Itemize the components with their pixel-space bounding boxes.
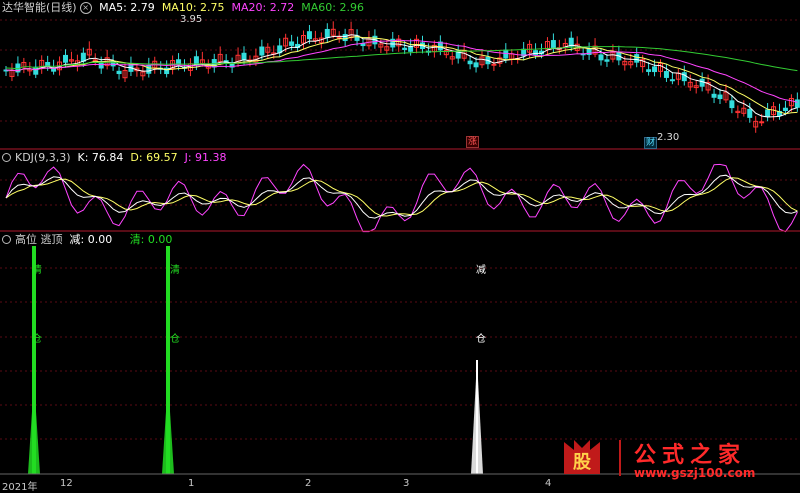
escape-top-signals (28, 246, 483, 474)
signal-label-bottom: 仓 (32, 334, 42, 345)
candle-body (45, 61, 51, 67)
kdj-d-line (5, 177, 798, 217)
candle-body (33, 66, 39, 75)
candle-body (80, 52, 86, 62)
candle-body (598, 54, 604, 61)
candle-body (467, 60, 473, 65)
jian-value: 减: 0.00 (69, 233, 113, 246)
kdj-k-line (5, 174, 798, 219)
candle-body (652, 66, 658, 73)
kdj-d-value: D: 69.57 (130, 151, 178, 164)
candle-body (604, 59, 610, 62)
candle-body (711, 93, 717, 98)
signal-label-top: 清 (32, 265, 42, 276)
x-axis-label: 4 (545, 478, 552, 489)
kdj-panel-header: KDJ(9,3,3) K: 76.84 D: 69.57 J: 91.38 (2, 151, 227, 164)
candle-body (646, 69, 652, 72)
candle-body (146, 64, 152, 74)
kdj-j-value: J: 91.38 (184, 151, 227, 164)
candle-body (663, 71, 669, 78)
candle-body (306, 31, 312, 40)
candle-body (116, 70, 122, 75)
watermark-badge: 股 (572, 452, 592, 473)
price-grid (0, 19, 800, 440)
kdj-lines (5, 163, 798, 233)
info-icon[interactable]: × (79, 2, 92, 14)
candle-body (193, 56, 199, 66)
candle-body (759, 121, 765, 124)
candle-body (669, 79, 675, 82)
signal-label-bottom: 仓 (170, 334, 180, 345)
x-axis-label: 12 (60, 478, 73, 489)
candle-body (550, 40, 556, 49)
gear-icon[interactable] (2, 153, 11, 162)
x-axis-label: 2 (305, 478, 312, 489)
kdj-title[interactable]: KDJ(9,3,3) (15, 151, 71, 164)
candle-body (259, 46, 265, 56)
candle-body (342, 34, 348, 42)
stock-chart-canvas[interactable] (0, 0, 800, 492)
candle-body (729, 100, 735, 109)
candle-body (765, 109, 771, 117)
candle-body (717, 94, 723, 100)
candlestick-series[interactable] (3, 21, 800, 133)
watermark-url: www.gszj100.com (634, 466, 755, 480)
gear-icon[interactable] (2, 235, 11, 244)
ma5-value: MA5: 2.79 (99, 1, 155, 14)
candle-body (360, 43, 366, 47)
signal-label-bottom: 仓 (476, 334, 486, 345)
rise-marker[interactable]: 涨 (466, 136, 480, 148)
ma20-value: MA20: 2.72 (231, 1, 295, 14)
candle-body (782, 107, 788, 112)
low-price-label: 2.30 (657, 132, 680, 143)
finance-marker[interactable]: 财 (644, 137, 658, 149)
stock-title[interactable]: 达华智能(日线) (2, 1, 77, 14)
candle-body (794, 99, 800, 108)
candle-body (681, 72, 687, 82)
candle-body (336, 36, 342, 39)
x-axis-label: 3 (403, 478, 410, 489)
candle-body (289, 41, 295, 46)
candle-body (634, 54, 640, 63)
x-axis-label: 1 (188, 478, 195, 489)
candle-body (747, 108, 753, 118)
watermark-logo: 股 公式之家 www.gszj100.com (564, 440, 755, 480)
signal-panel-header: 高位 逃顶 减: 0.00 清: 0.00 (2, 233, 172, 246)
ma60-value: MA60: 2.96 (301, 1, 364, 14)
qing-value: 清: 0.00 (129, 233, 173, 246)
candle-body (473, 62, 479, 68)
candle-body (491, 63, 497, 66)
high-price-label: 3.95 (180, 14, 203, 25)
watermark: 股 公式之家 www.gszj100.com (560, 436, 796, 480)
candle-body (324, 28, 330, 38)
signal-label-top: 减 (476, 265, 486, 276)
watermark-brand: 公式之家 (634, 442, 746, 468)
kdj-k-value: K: 76.84 (77, 151, 124, 164)
x-axis-label: 2021年 (2, 482, 38, 493)
candle-body (699, 78, 705, 87)
signal-label-top: 清 (170, 265, 180, 276)
candle-body (402, 47, 408, 51)
signal-title[interactable]: 高位 逃顶 (15, 233, 63, 246)
candle-body (241, 52, 247, 61)
candle-body (63, 54, 68, 63)
